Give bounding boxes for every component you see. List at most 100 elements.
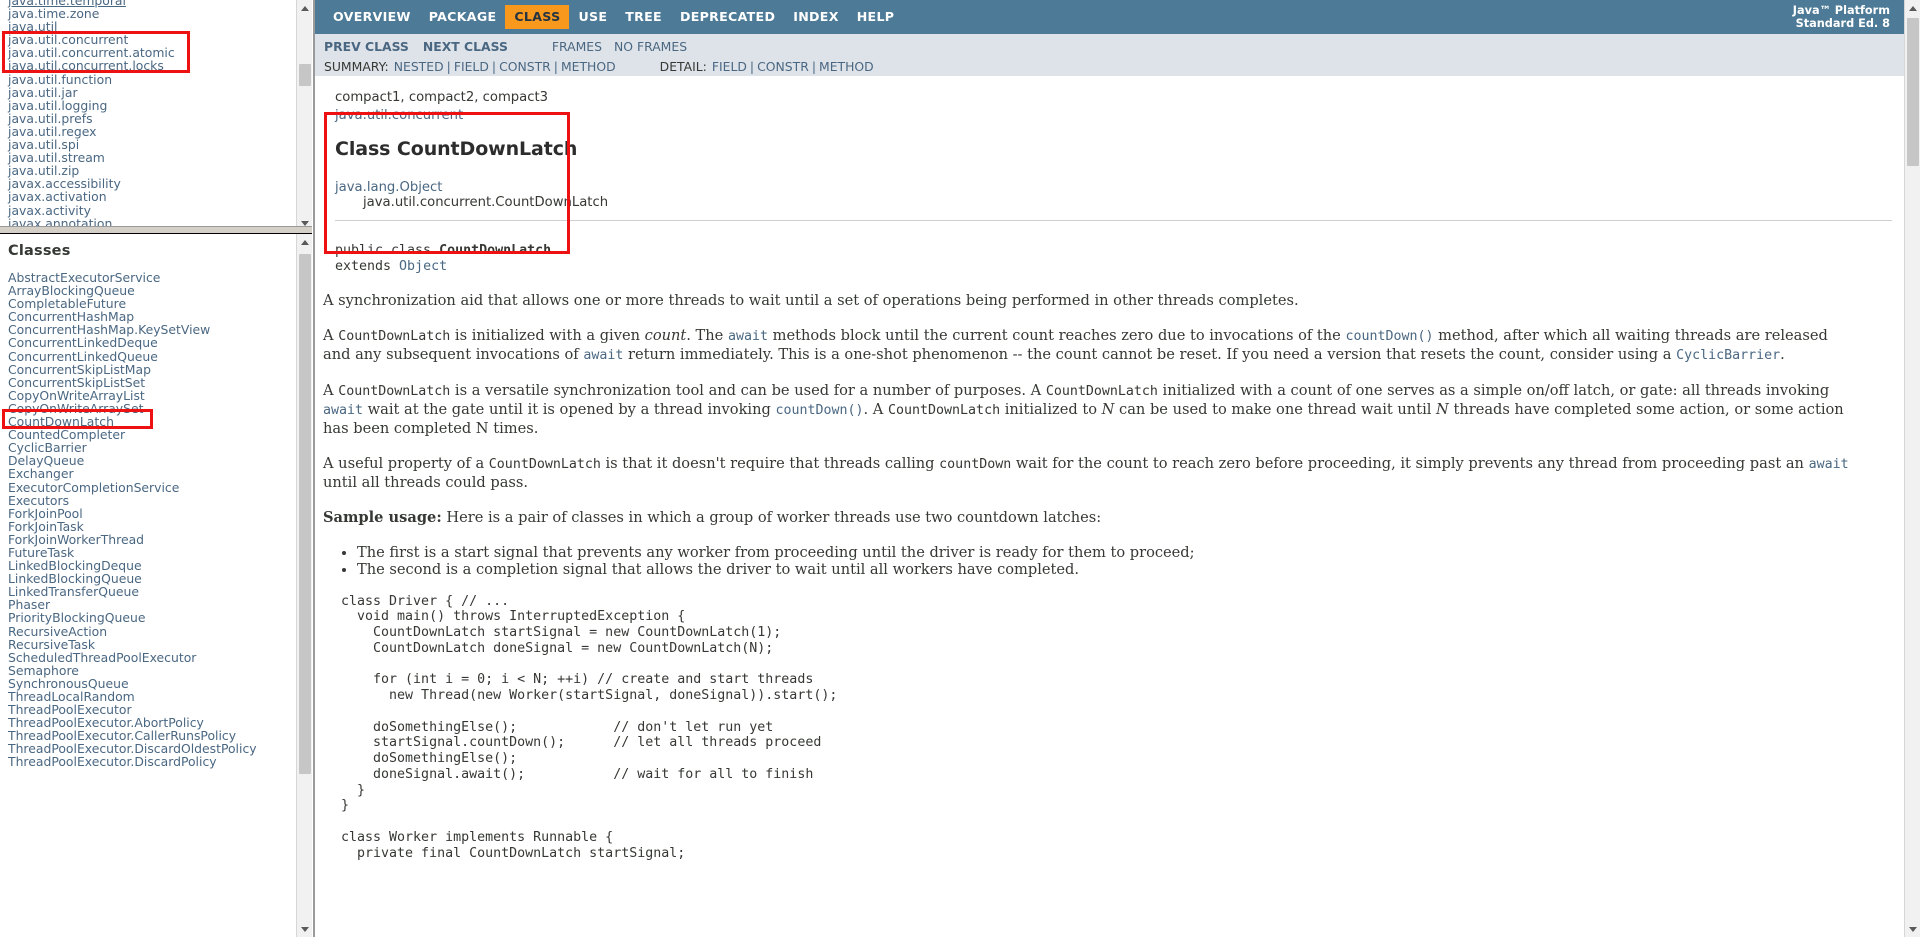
scroll-up-arrow-icon[interactable] bbox=[297, 234, 312, 250]
main-frame-scrollbar[interactable] bbox=[1904, 0, 1920, 937]
frames-link[interactable]: FRAMES bbox=[552, 39, 602, 54]
next-class-link[interactable]: NEXT CLASS bbox=[423, 39, 508, 54]
inline-code: CountDownLatch bbox=[338, 328, 451, 344]
decl-extends-keyword: extends bbox=[335, 258, 400, 274]
description-paragraph-3: A CountDownLatch is a versatile synchron… bbox=[323, 381, 1844, 437]
nav-tab-overview[interactable]: OVERVIEW bbox=[324, 5, 420, 29]
list-item: The first is a start signal that prevent… bbox=[357, 544, 1854, 561]
code-sample: class Driver { // ... void main() throws… bbox=[341, 593, 838, 861]
class-link[interactable]: RecursiveTask bbox=[0, 638, 295, 651]
package-link[interactable]: java.util.logging bbox=[0, 99, 295, 112]
nav-tab-use[interactable]: USE bbox=[569, 5, 616, 29]
package-frame-scrollbar[interactable] bbox=[296, 0, 312, 231]
class-link[interactable]: ConcurrentSkipListSet bbox=[0, 376, 295, 389]
brand-line-2: Standard Ed. 8 bbox=[1795, 17, 1890, 30]
class-description-block: A synchronization aid that allows one or… bbox=[315, 292, 1904, 862]
class-link[interactable]: Exchanger bbox=[0, 467, 295, 480]
list-item: ConcurrentSkipListSet bbox=[0, 376, 295, 389]
detail-label: DETAIL: bbox=[659, 58, 707, 74]
await-link[interactable]: await bbox=[728, 329, 768, 344]
separator: | bbox=[553, 58, 558, 74]
class-link[interactable]: ForkJoinWorkerThread bbox=[0, 533, 295, 546]
package-link[interactable]: javax.activity bbox=[0, 203, 295, 216]
class-link[interactable]: PriorityBlockingQueue bbox=[0, 611, 295, 624]
summary-link-nested[interactable]: NESTED bbox=[394, 59, 444, 74]
class-link[interactable]: Executors bbox=[0, 493, 295, 506]
package-link[interactable]: java.util.function bbox=[0, 72, 295, 85]
java-platform-brand: Java™ Platform Standard Ed. 8 bbox=[1793, 0, 1890, 34]
package-link[interactable]: java.util.jar bbox=[0, 86, 295, 99]
await-link[interactable]: await bbox=[323, 403, 363, 418]
list-item: java.util.function bbox=[0, 72, 295, 85]
top-nav-list: OVERVIEW PACKAGE CLASS USE TREE DEPRECATED IND… bbox=[315, 0, 1904, 34]
frame-divider[interactable] bbox=[0, 226, 312, 234]
list-item: ForkJoinPool bbox=[0, 507, 295, 520]
class-link[interactable]: ThreadPoolExecutor.DiscardPolicy bbox=[0, 755, 295, 768]
summary-link-constr[interactable]: CONSTR bbox=[499, 59, 551, 74]
class-link[interactable]: CopyOnWriteArrayList bbox=[0, 389, 295, 402]
inline-code: countDown bbox=[939, 456, 1012, 472]
sample-usage-paragraph: Sample usage: Here is a pair of classes … bbox=[323, 509, 1854, 527]
package-list-frame[interactable]: java.time.temporal java.time.zone java.uti… bbox=[0, 0, 312, 232]
await-link[interactable]: await bbox=[1809, 457, 1849, 472]
separator: | bbox=[811, 58, 817, 74]
nav-tab-deprecated[interactable]: DEPRECATED bbox=[671, 5, 784, 29]
list-item: ConcurrentLinkedQueue bbox=[0, 349, 295, 362]
class-link[interactable]: ForkJoinTask bbox=[0, 520, 295, 533]
package-name-label[interactable]: java.util.concurrent bbox=[327, 107, 1904, 125]
main-scroll-area: OVERVIEW PACKAGE CLASS USE TREE DEPRECATED IND… bbox=[313, 0, 1904, 937]
class-link[interactable]: ScheduledThreadPoolExecutor bbox=[0, 651, 295, 664]
class-link[interactable]: ExecutorCompletionService bbox=[0, 480, 295, 493]
scroll-up-arrow-icon[interactable] bbox=[1905, 0, 1920, 16]
sub-navigation-bar: PREV CLASS NEXT CLASS FRAMES NO FRAMES S… bbox=[315, 34, 1904, 76]
inline-code: CountDownLatch bbox=[1045, 383, 1158, 399]
class-link[interactable]: ForkJoinPool bbox=[0, 507, 295, 520]
summary-link-field[interactable]: FIELD bbox=[454, 59, 489, 74]
class-link[interactable]: ConcurrentSkipListMap bbox=[0, 363, 295, 376]
scrollbar-thumb[interactable] bbox=[299, 64, 311, 86]
class-link[interactable]: RecursiveAction bbox=[0, 624, 295, 637]
nav-tab-class[interactable]: CLASS bbox=[505, 5, 570, 29]
package-link[interactable]: java.util.concurrent.locks bbox=[0, 59, 295, 72]
decl-superclass-link[interactable]: Object bbox=[399, 259, 447, 274]
await-link[interactable]: await bbox=[583, 348, 623, 363]
class-link[interactable]: ConcurrentLinkedQueue bbox=[0, 349, 295, 362]
emphasis: N bbox=[1101, 400, 1115, 418]
sample-usage-bullets: The first is a start signal that prevent… bbox=[323, 544, 1854, 578]
nav-tab-package[interactable]: PACKAGE bbox=[420, 5, 506, 29]
decl-modifier: public class bbox=[335, 243, 440, 258]
nav-tab-index[interactable]: INDEX bbox=[784, 5, 848, 29]
inheritance-root-link[interactable]: java.lang.Object bbox=[335, 180, 442, 195]
class-link[interactable]: ConcurrentLinkedDeque bbox=[0, 336, 295, 349]
emphasis: N bbox=[1436, 400, 1449, 418]
separator: | bbox=[491, 58, 497, 74]
scrollbar-thumb[interactable] bbox=[299, 254, 311, 774]
scroll-down-arrow-icon[interactable] bbox=[1905, 921, 1920, 937]
page-title: Class CountDownLatch bbox=[335, 138, 578, 160]
detail-link-method[interactable]: METHOD bbox=[819, 59, 874, 74]
package-link[interactable]: java.util.prefs bbox=[0, 112, 295, 125]
nav-tab-help[interactable]: HELP bbox=[848, 5, 904, 29]
detail-link-constr[interactable]: CONSTR bbox=[757, 59, 809, 74]
inline-code: CountDownLatch bbox=[888, 402, 1001, 418]
countdown-link[interactable]: countDown() bbox=[775, 403, 863, 418]
countdown-link[interactable]: countDown() bbox=[1345, 329, 1433, 344]
list-item: ConcurrentLinkedDeque bbox=[0, 336, 295, 349]
package-link[interactable]: javax.activation bbox=[0, 190, 295, 203]
class-frame-scrollbar[interactable] bbox=[296, 234, 312, 937]
prev-class-link[interactable]: PREV CLASS bbox=[324, 39, 409, 54]
divider bbox=[335, 220, 1892, 221]
cyclicbarrier-link[interactable]: CyclicBarrier bbox=[1676, 348, 1780, 363]
class-declaration: public class CountDownLatch extends Obje… bbox=[327, 243, 1904, 275]
brand-line-1: Java™ Platform bbox=[1792, 4, 1890, 17]
scroll-up-arrow-icon[interactable] bbox=[297, 0, 312, 16]
emphasis: count bbox=[644, 326, 687, 344]
class-link[interactable]: Semaphore bbox=[0, 664, 295, 677]
nav-tab-tree[interactable]: TREE bbox=[616, 5, 671, 29]
summary-link-method[interactable]: METHOD bbox=[561, 59, 616, 74]
class-list-frame[interactable]: Classes AbstractExecutorService ArrayBloc… bbox=[0, 234, 312, 937]
scroll-down-arrow-icon[interactable] bbox=[297, 921, 312, 937]
detail-link-field[interactable]: FIELD bbox=[712, 59, 747, 74]
scrollbar-thumb[interactable] bbox=[1907, 18, 1919, 166]
no-frames-link[interactable]: NO FRAMES bbox=[614, 39, 687, 54]
